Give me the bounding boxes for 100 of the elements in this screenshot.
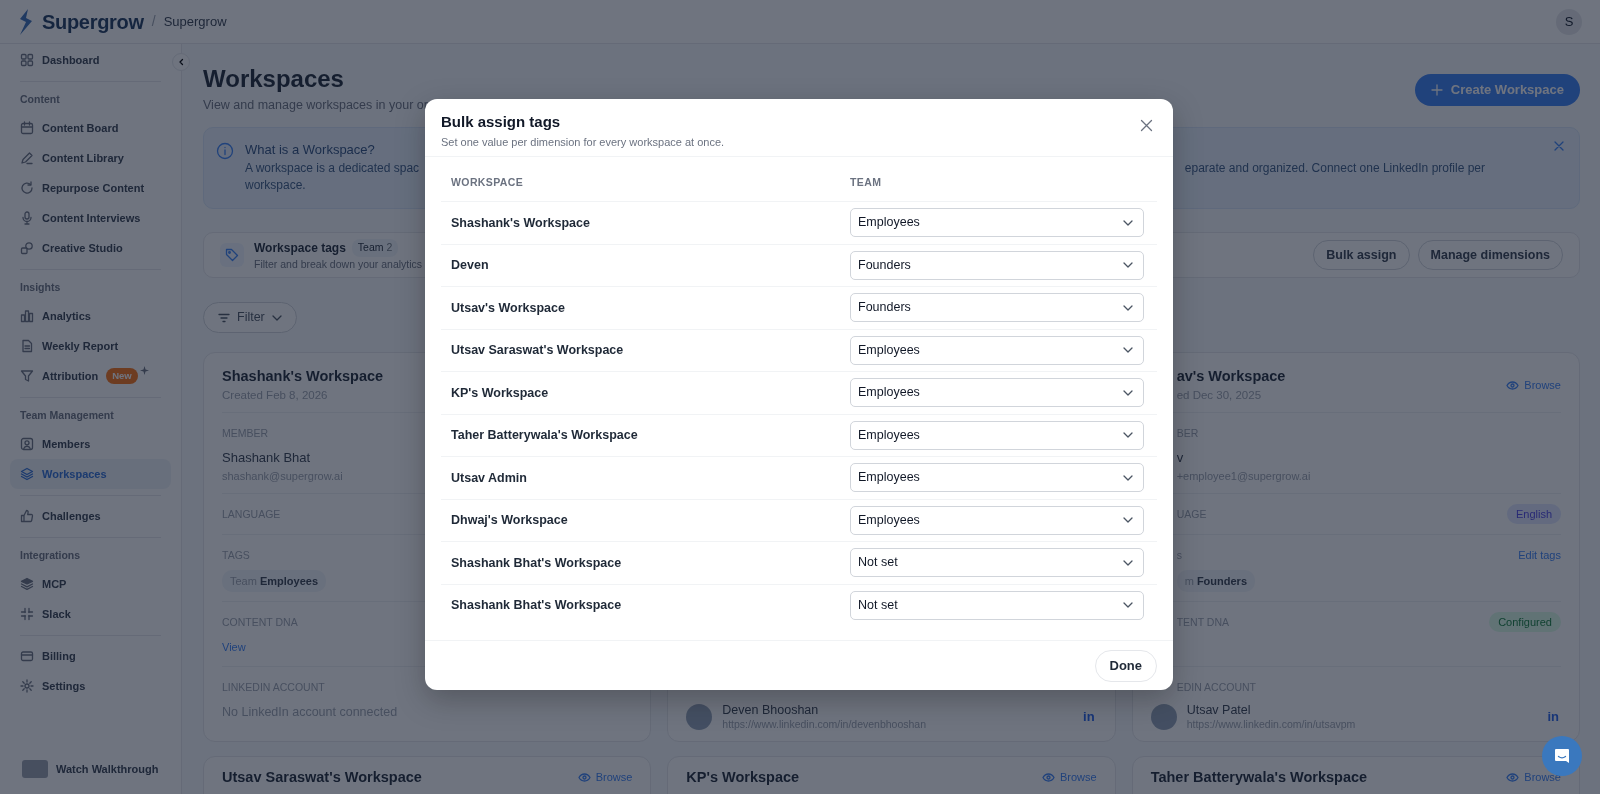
workspace-name[interactable]: Supergrow: [163, 11, 227, 32]
tags-title: Workspace tags: [254, 240, 346, 257]
team-select[interactable]: Founders: [850, 293, 1144, 323]
browse-link[interactable]: Browse: [577, 768, 633, 786]
bar-chart-icon: [20, 309, 34, 323]
chevron-down-icon: [1123, 602, 1133, 609]
team-select[interactable]: Employees: [850, 463, 1144, 493]
workspace-name: KP's Workspace: [451, 385, 549, 400]
team-select[interactable]: Employees: [850, 505, 1144, 535]
sidebar-item[interactable]: Creative Studio: [10, 233, 171, 263]
linkedin-name: Utsav Patel: [1186, 703, 1251, 718]
create-workspace-button[interactable]: Create Workspace: [1414, 74, 1580, 106]
browse-link[interactable]: Browse: [1041, 768, 1097, 786]
team-select[interactable]: Founders: [850, 250, 1144, 280]
close-icon: [1140, 119, 1153, 132]
workspace-name: Utsav's Workspace: [451, 300, 565, 315]
hash-icon: [20, 607, 34, 621]
sidebar-item[interactable]: Content Interviews: [10, 203, 171, 233]
sidebar-item[interactable]: Attribution New: [10, 361, 171, 391]
linkedin-logo[interactable]: in: [1083, 707, 1095, 727]
filter-icon: [218, 312, 230, 323]
dimension-label: Team: [357, 240, 384, 256]
close-button[interactable]: [1553, 140, 1565, 152]
section-heading: Insights: [19, 280, 62, 296]
stack-icon: [20, 577, 34, 591]
avatar-placeholder: [686, 704, 713, 730]
sidebar-item[interactable]: Analytics: [10, 301, 171, 331]
column-header: TEAM: [850, 175, 882, 191]
card-title: Shashank's Workspace: [222, 367, 384, 386]
layers-icon: [20, 467, 34, 481]
info-title: What is a Workspace?: [245, 141, 375, 159]
section-heading: Content: [19, 92, 61, 108]
eye-icon: [1506, 380, 1520, 390]
credit-card-icon: [20, 649, 34, 663]
dialog-title: Bulk assign tags: [441, 113, 561, 131]
chevron-down-icon: [1123, 517, 1133, 524]
card-title: KP's Workspace: [686, 768, 800, 787]
video-thumbnail[interactable]: [22, 760, 48, 778]
team-select[interactable]: Employees: [850, 420, 1144, 450]
sidebar-item[interactable]: Challenges: [10, 501, 171, 531]
chevron-down-icon: [1123, 432, 1133, 439]
close-button[interactable]: [1140, 119, 1153, 132]
section-heading: Integrations: [19, 548, 82, 564]
sidebar-item[interactable]: Content Board: [10, 113, 171, 143]
close-icon: [1553, 140, 1565, 152]
team-select[interactable]: Not set: [850, 590, 1144, 620]
filter-button[interactable]: Filter: [203, 302, 297, 333]
edit-tags-link[interactable]: Edit tags: [1518, 546, 1561, 564]
team-select[interactable]: Employees: [850, 208, 1144, 238]
workspace-name: Shashank Bhat's Workspace: [451, 555, 622, 570]
chevron-down-icon: [1123, 347, 1133, 354]
document-icon: [20, 339, 34, 353]
walkthrough-link[interactable]: Watch Walkthrough: [56, 760, 159, 778]
sidebar-item[interactable]: Billing: [10, 641, 171, 671]
linkedin-logo[interactable]: in: [1547, 707, 1559, 727]
sparkle-icon: [139, 365, 149, 375]
user-icon: [20, 437, 34, 451]
chat-icon: [1553, 747, 1571, 765]
new-badge: New: [106, 367, 138, 385]
eye-icon: [1506, 772, 1520, 782]
sidebar-item[interactable]: Slack: [10, 599, 171, 629]
workspace-name: Deven: [451, 258, 489, 273]
sidebar-item[interactable]: Dashboard: [10, 45, 171, 75]
member-name: Shashank Bhat: [222, 449, 311, 467]
browse-link[interactable]: Browse: [1506, 768, 1561, 786]
tags-action-button[interactable]: Bulk assign: [1313, 240, 1410, 270]
breadcrumb-separator: /: [151, 12, 156, 31]
logo-icon: [18, 8, 34, 35]
sidebar-item[interactable]: Weekly Report: [10, 331, 171, 361]
team-select[interactable]: Employees: [850, 378, 1144, 408]
view-link[interactable]: View: [222, 637, 246, 657]
sidebar-item[interactable]: Workspaces: [10, 459, 171, 489]
chevron-down-icon: [271, 314, 282, 321]
workspace-name: Dhwaj's Workspace: [451, 513, 568, 528]
microphone-icon: [20, 211, 34, 225]
sidebar-item[interactable]: Members: [10, 429, 171, 459]
dialog-subtitle: Set one value per dimension for every workspace at once.: [441, 135, 725, 150]
chevron-down-icon: [1123, 389, 1133, 396]
sidebar-item[interactable]: Repurpose Content: [10, 173, 171, 203]
card-title: Taher Batterywala's Workspace: [1150, 768, 1368, 787]
collapse-button[interactable]: [172, 53, 190, 71]
info-text: workspace.: [245, 177, 306, 194]
team-select[interactable]: Not set: [850, 548, 1144, 578]
refresh-icon: [20, 181, 34, 195]
tags-action-button[interactable]: Manage dimensions: [1417, 240, 1563, 270]
sidebar-item[interactable]: MCP: [10, 569, 171, 599]
done-button[interactable]: Done: [1094, 649, 1157, 682]
card-title: av's Workspace: [1176, 367, 1286, 386]
chevron-down-icon: [1123, 304, 1133, 311]
info-text: eparate and organized. Connect one LinkedIn profile per: [1184, 160, 1485, 177]
eye-icon: [577, 772, 591, 782]
workspace-name: Shashank's Workspace: [451, 215, 590, 230]
sidebar-item[interactable]: Settings: [10, 671, 171, 701]
grid-icon: [20, 53, 34, 67]
browse-link[interactable]: Browse: [1506, 366, 1561, 404]
linkedin-name: Deven Bhooshan: [722, 703, 819, 718]
user-avatar[interactable]: S: [1556, 8, 1582, 35]
sidebar-item[interactable]: Content Library: [10, 143, 171, 173]
section-heading: Team Management: [19, 408, 115, 424]
team-select[interactable]: Employees: [850, 335, 1144, 365]
